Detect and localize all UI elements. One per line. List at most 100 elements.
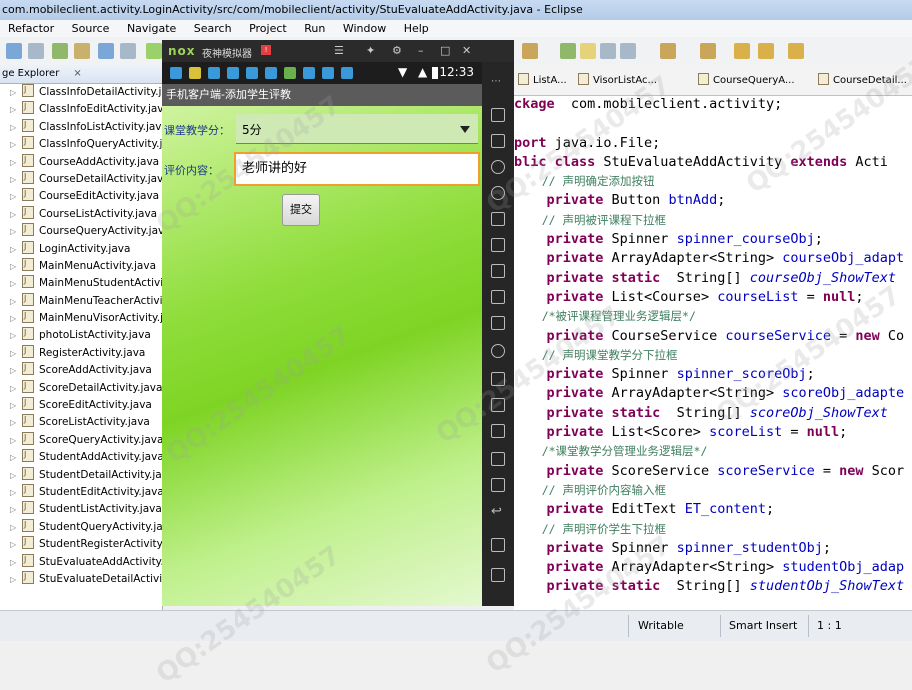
expand-arrow-icon[interactable]: ▷ (10, 345, 22, 362)
pin-icon[interactable]: ✦ (366, 44, 375, 57)
expand-arrow-icon[interactable]: ▷ (10, 154, 22, 171)
java-file-icon (22, 551, 34, 568)
toolbar-icon[interactable] (600, 43, 616, 59)
expand-arrow-icon[interactable]: ▷ (10, 101, 22, 118)
menu-icon[interactable]: ☰ (334, 44, 344, 57)
expand-arrow-icon[interactable]: ▷ (10, 432, 22, 449)
recent-apps-icon[interactable] (491, 568, 505, 582)
editor-tab[interactable]: VisorListAc... (578, 73, 657, 86)
battery-icon (432, 67, 438, 79)
keyboard-icon[interactable] (491, 212, 505, 226)
java-file-icon (22, 203, 34, 220)
add-apk-icon[interactable] (491, 134, 505, 148)
volume-up-icon[interactable] (491, 264, 505, 278)
toolbar-icon[interactable] (120, 43, 136, 59)
back-icon[interactable]: ↩ (491, 504, 505, 519)
score-spinner[interactable]: 5分 (236, 114, 478, 144)
toolbar-icon[interactable] (758, 43, 774, 59)
maximize-icon[interactable]: □ (440, 44, 450, 57)
toolbar-icon[interactable] (74, 43, 90, 59)
expand-arrow-icon[interactable]: ▷ (10, 536, 22, 553)
menu-run[interactable]: Run (296, 20, 331, 37)
shake-icon[interactable] (491, 344, 505, 358)
close-icon[interactable]: ⨯ (73, 68, 81, 79)
expand-arrow-icon[interactable]: ▷ (10, 571, 22, 588)
menu-window[interactable]: Window (335, 20, 392, 37)
expand-arrow-icon[interactable]: ▷ (10, 119, 22, 136)
expand-arrow-icon[interactable]: ▷ (10, 310, 22, 327)
file-name: CourseDetailActivity.java (39, 172, 163, 185)
scissors-icon[interactable] (491, 160, 505, 174)
menu-search[interactable]: Search (186, 20, 238, 37)
minimize-icon[interactable]: – (418, 44, 424, 57)
expand-arrow-icon[interactable]: ▷ (10, 206, 22, 223)
editor-tab[interactable]: CourseDetail... (818, 73, 907, 86)
grid-icon[interactable] (491, 478, 505, 492)
expand-arrow-icon[interactable]: ▷ (10, 554, 22, 571)
editor-tab[interactable]: CourseQueryA... (698, 73, 795, 86)
toolbar-icon[interactable] (28, 43, 44, 59)
toolbar-icon[interactable] (560, 43, 576, 59)
location-icon[interactable] (491, 186, 505, 200)
menu-source[interactable]: Source (64, 20, 116, 37)
toolbar-icon[interactable] (620, 43, 636, 59)
file-name: CourseAddActivity.java (39, 155, 160, 168)
toolbar-icon[interactable] (580, 43, 596, 59)
macro-icon[interactable] (491, 372, 505, 386)
expand-arrow-icon[interactable]: ▷ (10, 362, 22, 379)
code-token: courseObj_ShowText (749, 269, 897, 286)
toolbar-icon[interactable] (660, 43, 676, 59)
code-token: ScoreService (603, 462, 718, 479)
fullscreen-icon[interactable] (491, 238, 505, 252)
volume-down-icon[interactable] (491, 290, 505, 304)
expand-arrow-icon[interactable]: ▷ (10, 293, 22, 310)
toolbar-icon[interactable] (788, 43, 804, 59)
expand-arrow-icon[interactable]: ▷ (10, 136, 22, 153)
screenshot-icon[interactable] (491, 316, 505, 330)
record-icon[interactable] (491, 398, 505, 412)
expand-arrow-icon[interactable]: ▷ (10, 258, 22, 275)
expand-arrow-icon[interactable]: ▷ (10, 223, 22, 240)
toolbar-icon[interactable] (98, 43, 114, 59)
expand-arrow-icon[interactable]: ▷ (10, 241, 22, 258)
code-token: ; (806, 366, 815, 383)
code-area[interactable]: ckage com.mobileclient.activity; port jav… (514, 95, 912, 597)
expand-arrow-icon[interactable]: ▷ (10, 449, 22, 466)
editor-tab-label: ListA... (533, 75, 567, 86)
more-icon[interactable]: ⋯ (491, 76, 505, 90)
expand-arrow-icon[interactable]: ▷ (10, 501, 22, 518)
expand-arrow-icon[interactable]: ▷ (10, 188, 22, 205)
code-token: ArrayAdapter<String> (603, 385, 783, 402)
content-input[interactable]: 老师讲的好 (234, 152, 480, 186)
phone-icon[interactable] (491, 108, 505, 122)
expand-arrow-icon[interactable]: ▷ (10, 467, 22, 484)
toolbar-icon[interactable] (6, 43, 22, 59)
expand-arrow-icon[interactable]: ▷ (10, 171, 22, 188)
toolbar-icon[interactable] (734, 43, 750, 59)
editor-tab[interactable]: ListA... (518, 73, 567, 86)
expand-arrow-icon[interactable]: ▷ (10, 414, 22, 431)
menu-refactor[interactable]: Refactor (0, 20, 60, 37)
close-icon[interactable]: ✕ (462, 44, 471, 57)
home-icon[interactable] (491, 538, 505, 552)
settings-icon[interactable]: ⚙ (392, 44, 402, 57)
expand-arrow-icon[interactable]: ▷ (10, 275, 22, 292)
file-item[interactable]: ▷ StuEvaluateDetailActivity.java (0, 568, 162, 588)
toolbar-icon[interactable] (700, 43, 716, 59)
menu-project[interactable]: Project (241, 20, 293, 37)
toolbar-icon[interactable] (146, 43, 162, 59)
expand-arrow-icon[interactable]: ▷ (10, 519, 22, 536)
multi-instance-icon[interactable] (491, 424, 505, 438)
toolbar-icon[interactable] (522, 43, 538, 59)
menu-lines-icon[interactable] (491, 452, 505, 466)
expand-arrow-icon[interactable]: ▷ (10, 84, 22, 101)
menu-help[interactable]: Help (396, 20, 435, 37)
toolbar-icon[interactable] (52, 43, 68, 59)
expand-arrow-icon[interactable]: ▷ (10, 397, 22, 414)
notification-icon (208, 67, 220, 79)
expand-arrow-icon[interactable]: ▷ (10, 327, 22, 344)
menu-navigate[interactable]: Navigate (119, 20, 182, 37)
expand-arrow-icon[interactable]: ▷ (10, 380, 22, 397)
expand-arrow-icon[interactable]: ▷ (10, 484, 22, 501)
submit-button[interactable]: 提交 (282, 194, 320, 226)
